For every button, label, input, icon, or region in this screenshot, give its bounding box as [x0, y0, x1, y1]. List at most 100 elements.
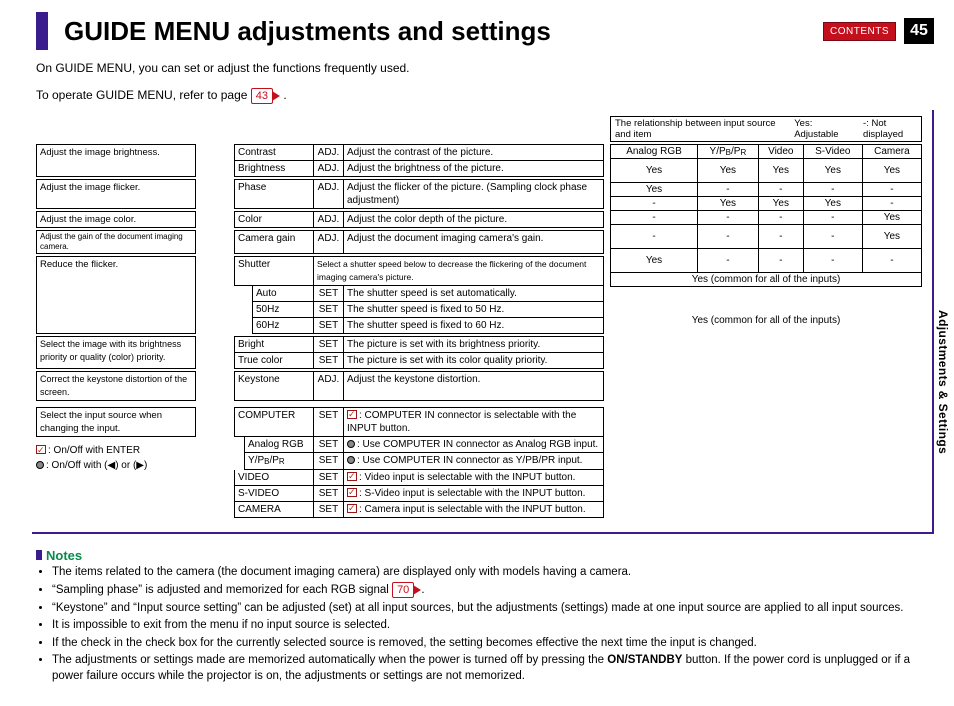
note-5: If the check in the check box for the cu… [52, 636, 934, 652]
item-bright: Bright [234, 336, 314, 353]
desc: : S-Video input is selectable with the I… [344, 486, 604, 502]
mx: Yes [862, 210, 921, 224]
desc: : Video input is selectable with the INP… [344, 470, 604, 486]
mx: - [611, 210, 698, 224]
mode: ADJ. [314, 161, 344, 177]
mode: SET [314, 437, 344, 453]
mx-h3: S-Video [803, 144, 862, 158]
arrow-icon [272, 91, 280, 101]
page-ref-70[interactable]: 70 [392, 582, 414, 598]
mode: SET [314, 353, 344, 369]
mx: - [758, 182, 803, 196]
checkbox-icon [347, 410, 357, 419]
intro-2a: To operate GUIDE MENU, refer to page [36, 88, 251, 102]
settings-grid: Adjust the image brightness. Contrast AD… [36, 144, 604, 520]
square-icon [36, 550, 42, 560]
desc: Adjust the contrast of the picture. [344, 144, 604, 161]
note-priority: Select the image with its brightness pri… [36, 336, 196, 369]
mx: Yes [698, 196, 759, 210]
intro-2b: . [283, 88, 286, 102]
header: GUIDE MENU adjustments and settings CONT… [52, 12, 934, 50]
page-ref-43[interactable]: 43 [251, 88, 273, 104]
caption-c: -: Not displayed [863, 118, 917, 140]
item-keystone: Keystone [234, 371, 314, 401]
mx: Yes [611, 158, 698, 182]
item-color: Color [234, 211, 314, 228]
mx: Yes [862, 224, 921, 248]
notes-list: The items related to the camera (the doc… [36, 565, 934, 685]
mx: - [803, 248, 862, 272]
mode: SET [314, 453, 344, 470]
item-svideo: S-VIDEO [234, 486, 314, 502]
intro-line-1: On GUIDE MENU, you can set or adjust the… [36, 60, 934, 77]
mx: - [758, 248, 803, 272]
desc: Adjust the document imaging camera's gai… [344, 230, 604, 254]
notes-heading: Notes [36, 548, 934, 563]
checkbox-icon [347, 488, 357, 497]
item-camera: CAMERA [234, 502, 314, 518]
mode: ADJ. [314, 144, 344, 161]
note-gain: Adjust the gain of the document imaging … [36, 230, 196, 254]
mx: - [611, 196, 698, 210]
side-tab: Adjustments & Settings [936, 310, 950, 454]
mode: SET [314, 286, 344, 302]
desc: The picture is set with its brightness p… [344, 336, 604, 353]
item-sh-auto: Auto [252, 286, 314, 302]
mode: SET [314, 302, 344, 318]
desc: The shutter speed is fixed to 60 Hz. [344, 318, 604, 334]
compatibility-matrix: Analog RGB Y/PB/PR Video S-Video Camera … [610, 144, 922, 354]
desc: : COMPUTER IN connector is selectable wi… [344, 407, 604, 437]
mode: SET [314, 502, 344, 518]
mode: SET [314, 486, 344, 502]
desc: : Use COMPUTER IN connector as Y/PB/PR i… [344, 453, 604, 470]
contents-button[interactable]: CONTENTS [823, 22, 896, 41]
mx: - [758, 224, 803, 248]
mx-h4: Camera [862, 144, 921, 158]
item-shutter: Shutter [234, 256, 314, 286]
mode: SET [314, 407, 344, 437]
mx: - [862, 196, 921, 210]
note-2: “Sampling phase” is adjusted and memoriz… [52, 582, 934, 599]
matrix-caption: The relationship between input source an… [610, 116, 922, 142]
mode: SET [314, 318, 344, 334]
mx: Yes [758, 158, 803, 182]
item-cgain: Camera gain [234, 230, 314, 254]
item-phase: Phase [234, 179, 314, 209]
radio-icon [347, 456, 355, 464]
item-sh-50: 50Hz [252, 302, 314, 318]
item-analog-rgb: Analog RGB [244, 437, 314, 453]
mx-common2: Yes (common for all of the inputs) [611, 286, 922, 354]
mode: ADJ. [314, 179, 344, 209]
note-6: The adjustments or settings made are mem… [52, 653, 934, 684]
note-4: It is impossible to exit from the menu i… [52, 618, 934, 634]
mx: - [862, 248, 921, 272]
mx: Yes [862, 158, 921, 182]
item-brightness: Brightness [234, 161, 314, 177]
mx: - [611, 224, 698, 248]
item-truecolor: True color [234, 353, 314, 369]
mode: ADJ. [314, 230, 344, 254]
desc: Adjust the keystone distortion. [344, 371, 604, 401]
content-frame: Adjustments & Settings The relationship … [36, 110, 934, 534]
item-contrast: Contrast [234, 144, 314, 161]
mode: ADJ. [314, 211, 344, 228]
item-sh-60: 60Hz [252, 318, 314, 334]
mx: - [698, 182, 759, 196]
legend-check: : On/Off with ENTER [48, 445, 140, 456]
mx: - [698, 210, 759, 224]
mx: Yes [611, 182, 698, 196]
mode: SET [314, 336, 344, 353]
checkbox-icon [36, 445, 46, 454]
mx-common1: Yes (common for all of the inputs) [611, 272, 922, 286]
note-color: Adjust the image color. [36, 211, 196, 228]
mx: Yes [803, 158, 862, 182]
desc: Adjust the brightness of the picture. [344, 161, 604, 177]
desc: The shutter speed is fixed to 50 Hz. [344, 302, 604, 318]
legend-dot: : On/Off with (◀) or (▶) [46, 460, 147, 471]
desc: Adjust the color depth of the picture. [344, 211, 604, 228]
desc: Select a shutter speed below to decrease… [314, 256, 604, 286]
mx: - [698, 224, 759, 248]
note-input: Select the input source when changing th… [36, 407, 196, 437]
note-brightness: Adjust the image brightness. [36, 144, 196, 177]
note-flicker: Adjust the image flicker. [36, 179, 196, 209]
